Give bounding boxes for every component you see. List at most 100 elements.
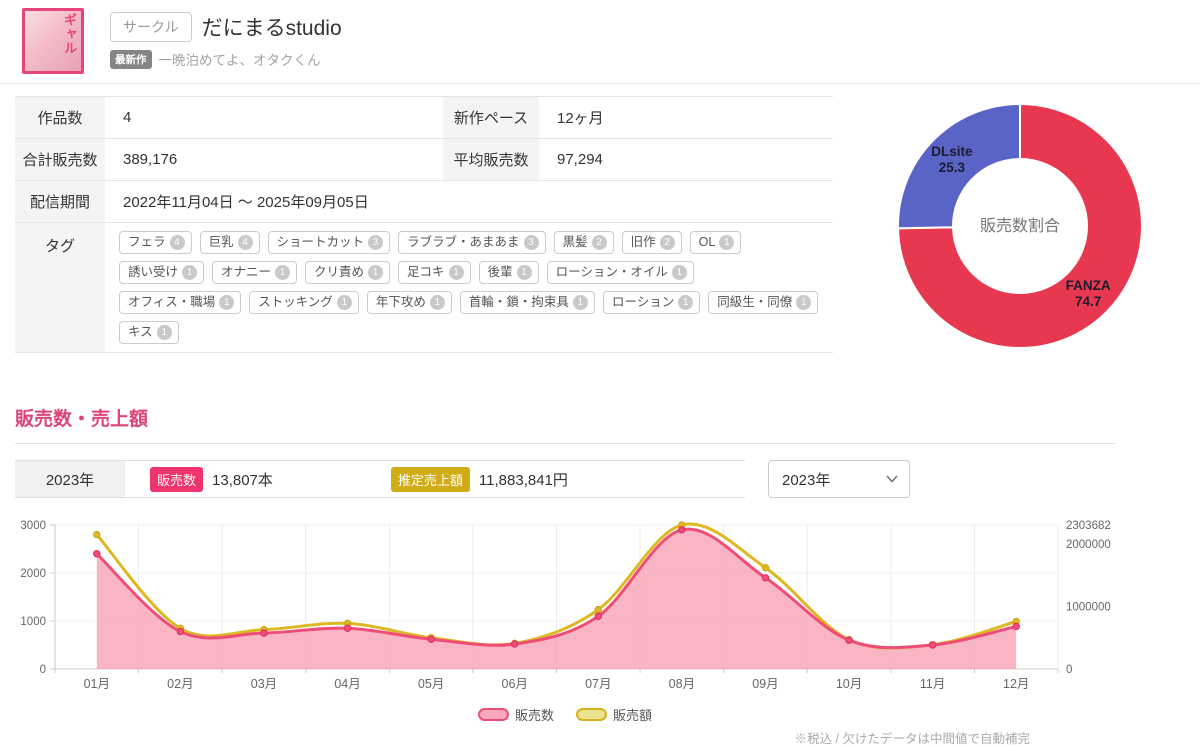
tag[interactable]: 首輪・鎖・拘束具1 (460, 291, 595, 314)
right-axis-label: 1000000 (1066, 601, 1111, 613)
legend-label: 販売数 (515, 705, 554, 724)
chevron-down-icon (886, 475, 898, 483)
sales-point (261, 630, 267, 636)
tag[interactable]: フェラ4 (119, 231, 192, 254)
sales-point (512, 641, 518, 647)
tag-count-badge: 1 (219, 295, 234, 310)
tag-count-badge: 1 (796, 295, 811, 310)
tag[interactable]: キス1 (119, 321, 179, 344)
tag-count-badge: 4 (238, 235, 253, 250)
tag[interactable]: OL1 (690, 231, 742, 254)
average-sales-label: 平均販売数 (443, 139, 539, 181)
month-label: 07月 (585, 677, 611, 691)
revenue-point (94, 531, 100, 537)
right-axis-label: 2000000 (1066, 539, 1111, 551)
tag[interactable]: 後輩1 (479, 261, 539, 284)
month-label: 10月 (836, 677, 862, 691)
sales-point (929, 642, 935, 648)
month-label: 04月 (334, 677, 360, 691)
sales-point (177, 628, 183, 634)
monthly-sales-chart: 0 1000 2000 3000 0 1000000 2000000 2303682 01月 02… (15, 512, 1115, 747)
sales-point (846, 637, 852, 643)
avatar-text: ギャル (60, 13, 79, 55)
tag[interactable]: 足コキ1 (398, 261, 471, 284)
tag-count-badge: 1 (517, 265, 532, 280)
legend-item[interactable]: 販売数 (478, 705, 554, 724)
circle-header: ギャル サークル だにまるstudio 最新作 一晩泊めてよ、オタクくん (0, 0, 1200, 84)
tag[interactable]: 旧作2 (622, 231, 682, 254)
month-label: 03月 (251, 677, 277, 691)
tag[interactable]: ショートカット3 (268, 231, 391, 254)
sales-point (762, 575, 768, 581)
table-row: タグ フェラ4巨乳4ショートカット3ラブラブ・あまあま3黒髪2旧作2OL1誘い受… (15, 223, 833, 353)
tag-count-badge: 1 (182, 265, 197, 280)
total-sales-label: 合計販売数 (15, 139, 105, 181)
sales-point (679, 527, 685, 533)
tag-count-badge: 1 (275, 265, 290, 280)
tag-count-badge: 1 (337, 295, 352, 310)
tag[interactable]: 年下攻め1 (367, 291, 452, 314)
tag-count-badge: 1 (672, 265, 687, 280)
tag[interactable]: 巨乳4 (200, 231, 260, 254)
right-axis-label: 2303682 (1066, 520, 1111, 532)
year-select-dropdown[interactable]: 2023年 (768, 460, 910, 498)
tag[interactable]: 誘い受け1 (119, 261, 204, 284)
tag[interactable]: ローション・オイル1 (547, 261, 694, 284)
section-title: 販売数・売上額 (15, 404, 1200, 431)
year-stats-bar: 2023年 販売数 13,807本 推定売上額 11,883,841円 (15, 460, 745, 498)
tag-count-badge: 1 (449, 265, 464, 280)
month-label: 02月 (167, 677, 193, 691)
sales-share-chart: FANZA74.7DLsite25.3販売数割合 (855, 96, 1185, 368)
tag-count-badge: 1 (719, 235, 734, 250)
sales-count-badge: 販売数 (150, 467, 203, 492)
tag-count-badge: 2 (592, 235, 607, 250)
circle-stats-table: 作品数 4 新作ペース 12ヶ月 合計販売数 389,176 平均販売数 97,… (15, 96, 833, 353)
estimated-revenue-badge: 推定売上額 (391, 467, 470, 492)
circle-name: だにまるstudio (202, 12, 342, 42)
release-pace-label: 新作ペース (443, 97, 539, 139)
left-axis-label: 1000 (20, 616, 46, 628)
estimated-revenue-value: 11,883,841円 (479, 469, 568, 490)
month-label: 05月 (418, 677, 444, 691)
tag-count-badge: 2 (660, 235, 675, 250)
average-sales-value: 97,294 (539, 139, 833, 181)
period-label: 配信期間 (15, 181, 105, 223)
circle-avatar: ギャル (22, 8, 84, 74)
tag[interactable]: オフィス・職場1 (119, 291, 241, 314)
year-select-value: 2023年 (782, 469, 830, 490)
tag-count-badge: 3 (368, 235, 383, 250)
tag[interactable]: オナニー1 (212, 261, 297, 284)
tag-count-badge: 1 (368, 265, 383, 280)
tag-list: フェラ4 巨乳4 ショートカット3 ラブラブ・あまあま3 黒髪2 旧作2 OL1 誘い受け1 オ… (119, 231, 823, 344)
sales-point (428, 636, 434, 642)
left-axis-label: 0 (40, 664, 46, 676)
tag-count-badge: 1 (157, 325, 172, 340)
legend-label: 販売額 (613, 705, 652, 724)
month-label: 01月 (84, 677, 110, 691)
legend-swatch (478, 708, 509, 721)
circle-type-badge: サークル (110, 12, 192, 42)
table-row: 合計販売数 389,176 平均販売数 97,294 (15, 139, 833, 181)
latest-work-title: 一晩泊めてよ、オタクくん (159, 49, 321, 69)
chart-footnote: ※税込 / 欠けたデータは中間値で自動補完 (15, 728, 1115, 747)
sales-point (595, 613, 601, 619)
tag[interactable]: 同級生・同僚1 (708, 291, 818, 314)
period-value: 2022年11月04日 ～ 2025年09月05日 (105, 181, 833, 223)
tag[interactable]: ストッキング1 (249, 291, 359, 314)
tag[interactable]: 黒髪2 (554, 231, 614, 254)
left-axis-label: 3000 (20, 520, 46, 532)
sales-point (94, 551, 100, 557)
tag[interactable]: クリ責め1 (305, 261, 390, 284)
legend-item[interactable]: 販売額 (576, 705, 652, 724)
year-label: 2023年 (15, 461, 125, 497)
tag-count-badge: 1 (573, 295, 588, 310)
tag[interactable]: ラブラブ・あまあま3 (398, 231, 546, 254)
left-axis-label: 2000 (20, 568, 46, 580)
donut-center-label: 販売数割合 (980, 217, 1060, 235)
tag[interactable]: ローション1 (603, 291, 700, 314)
works-count-value: 4 (105, 97, 443, 139)
legend-swatch (576, 708, 607, 721)
donut-chart-svg: FANZA74.7DLsite25.3販売数割合 (881, 96, 1159, 368)
line-chart-svg: 0 1000 2000 3000 0 1000000 2000000 2303682 01月 02… (15, 512, 1115, 698)
right-axis-label: 0 (1066, 664, 1072, 676)
